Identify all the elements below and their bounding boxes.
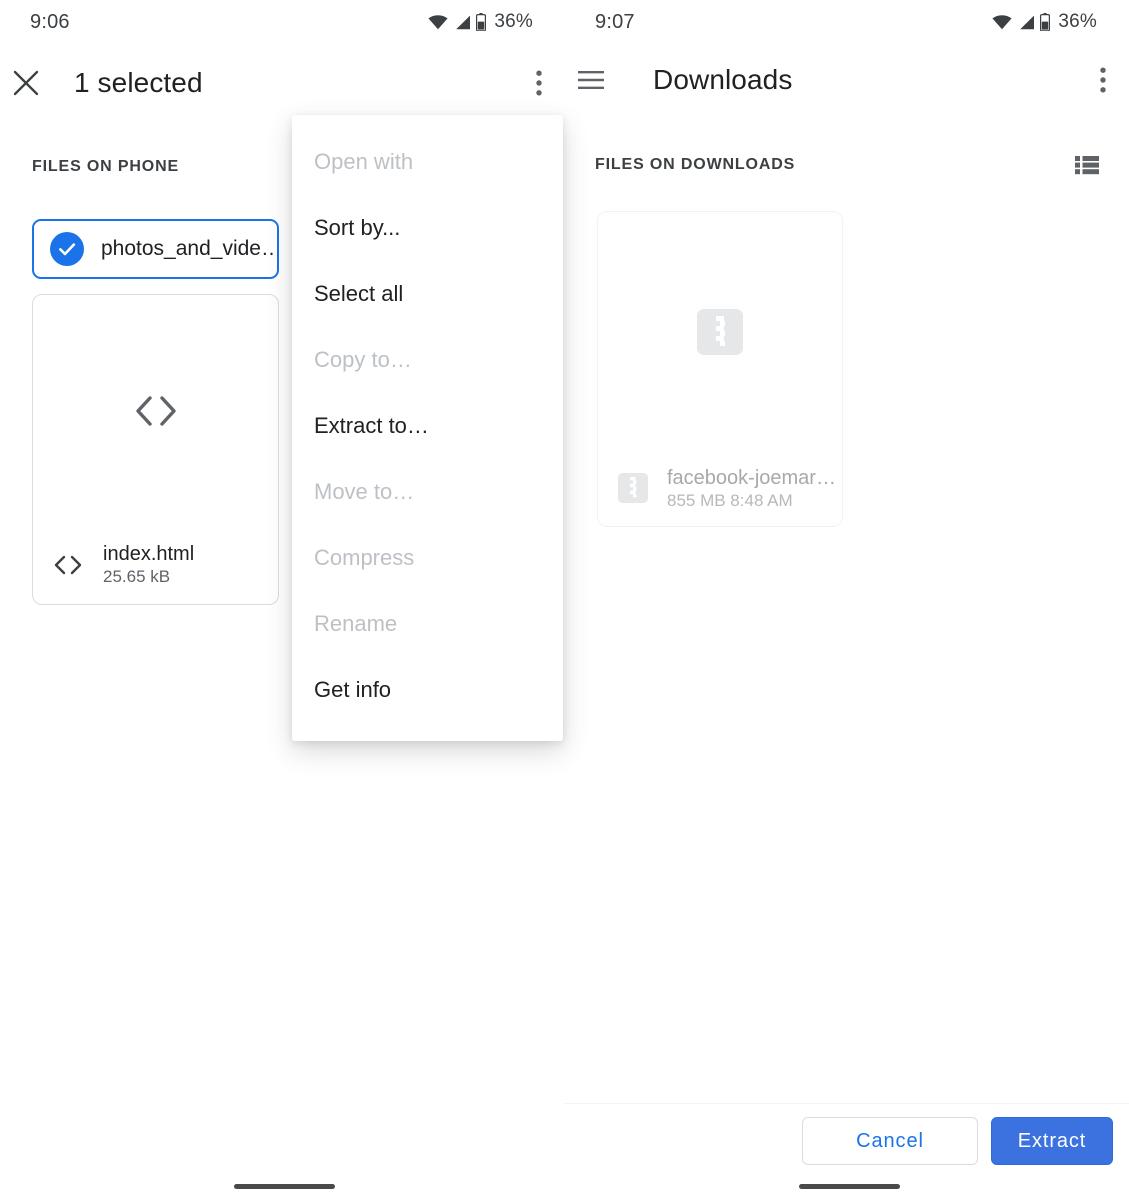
status-time: 9:07 [595, 10, 635, 33]
section-label-files-on-phone: FILES ON PHONE [32, 158, 180, 175]
status-bar-left: 9:06 36% [0, 0, 565, 44]
code-icon [54, 555, 82, 574]
file-card-footer: facebook-joemar… 855 MB 8:48 AM [598, 450, 842, 526]
selected-file-chip[interactable]: photos_and_vide… [32, 219, 279, 279]
menu-item-compress: Compress [314, 545, 415, 570]
zip-icon [618, 473, 648, 503]
menu-item-sort-by[interactable]: Sort by... [292, 195, 563, 261]
hamburger-icon [578, 71, 604, 89]
battery-icon [476, 13, 487, 31]
list-view-icon [1075, 156, 1099, 175]
overflow-menu-button-right[interactable] [1077, 54, 1129, 106]
file-card-meta: index.html 25.65 kB [103, 542, 264, 587]
file-size: 25.65 kB [103, 567, 171, 586]
status-time: 9:06 [30, 10, 70, 33]
file-card-footer: index.html 25.65 kB [33, 525, 278, 604]
menu-item-get-info[interactable]: Get info [292, 657, 563, 723]
app-bar-left: 1 selected [0, 50, 565, 116]
cancel-button[interactable]: Cancel [802, 1117, 978, 1165]
file-thumbnail [33, 295, 278, 527]
app-bar-right: Downloads [565, 47, 1129, 113]
signal-icon [456, 15, 471, 29]
wifi-icon [992, 14, 1012, 29]
bottom-divider [565, 1103, 1129, 1104]
file-card-meta: facebook-joemar… 855 MB 8:48 AM [667, 466, 836, 511]
battery-icon [1040, 13, 1051, 31]
close-icon [13, 70, 39, 96]
code-icon [135, 396, 176, 426]
status-indicators: 36% [992, 11, 1097, 33]
gesture-nav-bar-right [799, 1184, 900, 1189]
file-thumbnail [598, 212, 842, 452]
file-name: facebook-joemar… [667, 466, 836, 489]
dual-phone-screenshot: 9:06 36% 1 selected FILES ON PHONE photo… [0, 0, 1129, 1200]
wifi-icon [428, 14, 448, 29]
gesture-nav-bar-left [234, 1184, 335, 1189]
status-bar-right: 9:07 36% [565, 0, 1129, 44]
more-vertical-icon [1100, 67, 1106, 93]
checkbox-checked[interactable] [50, 232, 84, 266]
menu-item-select-all[interactable]: Select all [292, 261, 563, 327]
navigation-drawer-button[interactable] [565, 54, 617, 106]
zip-icon [697, 309, 743, 355]
page-title: Downloads [653, 64, 793, 95]
selected-file-name: photos_and_vide… [101, 237, 277, 260]
battery-percent: 36% [1058, 11, 1097, 32]
menu-item-extract-to[interactable]: Extract to… [292, 393, 563, 459]
bottom-action-bar: Cancel Extract [802, 1117, 1113, 1165]
menu-item-copy-to: Copy to… [314, 347, 412, 372]
more-vertical-icon [536, 70, 542, 96]
section-header-right: FILES ON DOWNLOADS [565, 155, 1129, 175]
right-phone-pane: 9:07 36% Downloads FILES ON DOWNLOADS [565, 0, 1129, 1200]
check-icon [59, 243, 76, 256]
view-toggle-button[interactable] [1075, 155, 1099, 175]
signal-icon [1020, 15, 1035, 29]
overflow-dropdown-menu[interactable]: Open with Sort by... Select all Copy to…… [292, 115, 563, 741]
file-name: index.html [103, 543, 195, 565]
status-indicators: 36% [428, 11, 533, 33]
extract-button[interactable]: Extract [991, 1117, 1113, 1165]
section-label-files-on-downloads: FILES ON DOWNLOADS [595, 156, 796, 173]
overflow-menu-button-left[interactable] [513, 57, 565, 109]
battery-percent: 36% [494, 11, 533, 32]
menu-item-move-to: Move to… [314, 479, 415, 504]
menu-item-rename: Rename [314, 611, 398, 636]
file-card-index-html[interactable]: index.html 25.65 kB [32, 294, 279, 605]
menu-item-open-with: Open with [314, 149, 414, 174]
file-card-facebook-archive[interactable]: facebook-joemar… 855 MB 8:48 AM [597, 211, 843, 527]
file-subtitle: 855 MB 8:48 AM [667, 490, 793, 510]
close-button[interactable] [0, 57, 52, 109]
page-title: 1 selected [74, 67, 203, 98]
